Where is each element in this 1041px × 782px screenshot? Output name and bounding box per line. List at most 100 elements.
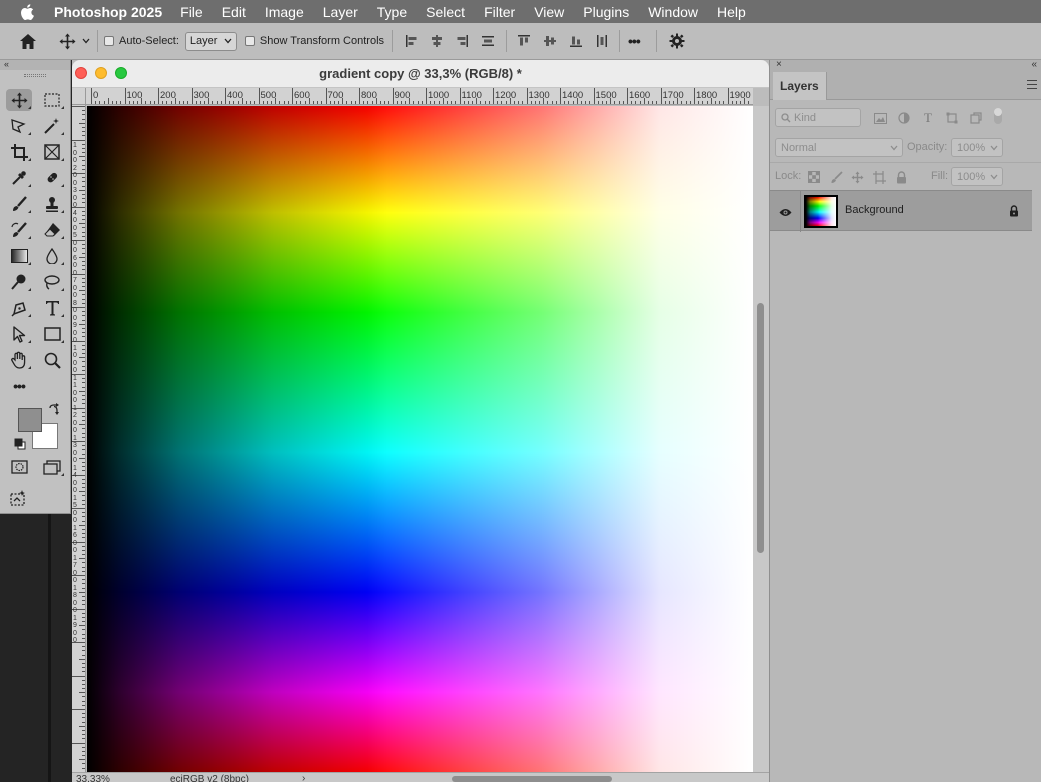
blur-tool[interactable]: [39, 245, 65, 267]
vertical-scrollbar[interactable]: [753, 106, 769, 772]
ruler-label: 700: [327, 90, 344, 101]
pen-tool[interactable]: [6, 297, 32, 319]
eye-icon[interactable]: [779, 204, 792, 222]
align-bottom-edges-icon[interactable]: [563, 34, 589, 48]
history-brush-icon: [10, 221, 27, 237]
swap-colors-icon[interactable]: [48, 403, 61, 421]
edit-toolbar-button[interactable]: •••: [6, 375, 32, 397]
auto-select-target-dropdown[interactable]: Layer: [184, 31, 237, 51]
eraser-tool[interactable]: [39, 219, 65, 241]
menu-plugins[interactable]: Plugins: [583, 4, 629, 20]
filter-pixel-layers-icon[interactable]: [873, 111, 887, 125]
filter-adjustment-layers-icon[interactable]: [897, 111, 911, 125]
menu-select[interactable]: Select: [426, 4, 465, 20]
screen-mode-button[interactable]: [39, 456, 65, 478]
brush-tool[interactable]: [6, 193, 32, 215]
gradient-image[interactable]: [87, 106, 753, 772]
filter-shape-layers-icon[interactable]: [945, 111, 959, 125]
distribute-horizontal-icon[interactable]: [589, 34, 615, 48]
hand-tool[interactable]: [6, 349, 32, 371]
vertical-ruler[interactable]: 1002003004005006007008009001000110012001…: [72, 105, 86, 772]
lock-transparent-pixels-icon[interactable]: [807, 170, 821, 184]
ruler-label-digit: 9: [73, 622, 77, 629]
align-right-edges-icon[interactable]: [449, 34, 474, 48]
crop-tool[interactable]: [6, 141, 32, 163]
distribute-vertical-icon[interactable]: [474, 34, 502, 48]
zoom-tool[interactable]: [39, 349, 65, 371]
menu-view[interactable]: View: [534, 4, 564, 20]
lock-image-pixels-icon[interactable]: [829, 170, 843, 184]
more-options-button[interactable]: •••: [628, 33, 650, 49]
menu-layer[interactable]: Layer: [323, 4, 358, 20]
layer-row-background[interactable]: Background: [770, 190, 1032, 232]
blend-mode-dropdown[interactable]: Normal: [775, 138, 903, 157]
tools-panel-grip[interactable]: [24, 74, 46, 77]
lock-icon[interactable]: [1009, 204, 1019, 222]
eyedropper-tool[interactable]: [6, 167, 32, 189]
lasso-tool[interactable]: [6, 115, 32, 137]
magic-wand-tool[interactable]: [39, 115, 65, 137]
opacity-field[interactable]: 100%: [951, 138, 1003, 157]
generative-fill-tool[interactable]: [6, 486, 32, 508]
lock-artboard-icon[interactable]: [872, 170, 886, 184]
fill-field[interactable]: 100%: [951, 167, 1003, 186]
panel-menu-icon[interactable]: [1027, 80, 1037, 89]
filter-kind-value: Kind: [794, 111, 817, 124]
clone-stamp-tool[interactable]: [39, 193, 65, 215]
tab-layers[interactable]: Layers: [773, 72, 827, 100]
lock-position-icon[interactable]: [850, 170, 864, 184]
menu-file[interactable]: File: [180, 4, 203, 20]
gradient-tool[interactable]: [6, 245, 32, 267]
menu-window[interactable]: Window: [648, 4, 698, 20]
collapse-panel-button[interactable]: «: [1031, 59, 1037, 70]
gear-icon[interactable]: [667, 33, 687, 49]
show-transform-controls-checkbox[interactable]: [244, 36, 255, 46]
layer-name[interactable]: Background: [845, 204, 904, 216]
auto-select-checkbox[interactable]: [104, 36, 114, 46]
default-colors-icon[interactable]: [14, 437, 26, 455]
menu-help[interactable]: Help: [717, 4, 746, 20]
menu-filter[interactable]: Filter: [484, 4, 515, 20]
align-vertical-centers-icon[interactable]: [537, 34, 563, 48]
marquee-tool[interactable]: [39, 89, 65, 111]
menu-image[interactable]: Image: [265, 4, 304, 20]
move-tool-preset-icon[interactable]: [56, 33, 78, 50]
close-panel-button[interactable]: ×: [776, 59, 782, 70]
canvas-area[interactable]: [87, 106, 753, 772]
move-tool[interactable]: [6, 89, 32, 111]
filter-kind-dropdown[interactable]: Kind: [775, 108, 861, 127]
lock-all-icon[interactable]: [894, 170, 908, 184]
app-name-menu[interactable]: Photoshop 2025: [54, 4, 162, 20]
horizontal-scroll-thumb[interactable]: [452, 776, 612, 782]
align-left-edges-icon[interactable]: [399, 34, 424, 48]
history-brush-tool[interactable]: [6, 219, 32, 241]
filter-smart-objects-icon[interactable]: [969, 111, 983, 125]
document-titlebar[interactable]: gradient copy @ 33,3% (RGB/8) *: [72, 60, 769, 88]
type-tool[interactable]: [39, 297, 65, 319]
filter-type-layers-icon[interactable]: T: [921, 110, 935, 125]
ruler-major-tick: [426, 88, 427, 104]
align-top-edges-icon[interactable]: [511, 34, 537, 48]
tools-panel-collapse[interactable]: «: [0, 60, 70, 70]
pen-curvature-tool[interactable]: [39, 271, 65, 293]
zoom-level[interactable]: 33,33%: [76, 774, 110, 782]
horizontal-ruler[interactable]: 0 100 200 300 400 500 600 700 800 900 1000 1100 1200…: [86, 88, 753, 105]
ruler-origin[interactable]: [72, 88, 86, 105]
menu-edit[interactable]: Edit: [222, 4, 246, 20]
vertical-scroll-thumb[interactable]: [757, 303, 764, 553]
rectangle-tool[interactable]: [39, 323, 65, 345]
apple-menu-icon[interactable]: [0, 3, 54, 20]
dodge-tool[interactable]: [6, 271, 32, 293]
filter-toggle-switch[interactable]: [994, 108, 1002, 124]
menu-type[interactable]: Type: [377, 4, 407, 20]
foreground-color-swatch-front[interactable]: [18, 408, 42, 432]
home-icon[interactable]: [0, 33, 56, 50]
path-selection-tool[interactable]: [6, 323, 32, 345]
align-horizontal-centers-icon[interactable]: [424, 34, 449, 48]
chevron-down-icon[interactable]: [78, 38, 94, 44]
frame-tool[interactable]: [39, 141, 65, 163]
status-info-menu[interactable]: ›: [302, 773, 305, 782]
quick-mask-toggle[interactable]: [6, 456, 32, 478]
spot-healing-tool[interactable]: [39, 167, 65, 189]
magnifier-icon: [44, 352, 61, 369]
